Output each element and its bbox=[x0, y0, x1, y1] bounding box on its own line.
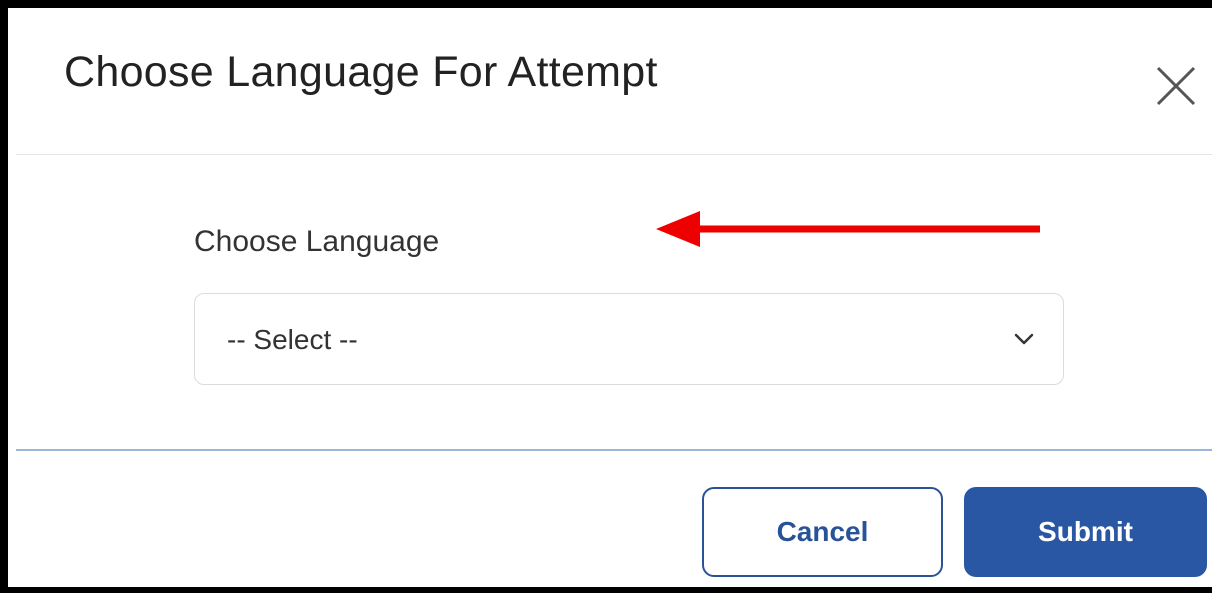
modal-dialog: Choose Language For Attempt Choose Langu… bbox=[0, 0, 1212, 593]
language-label: Choose Language bbox=[194, 225, 440, 258]
modal-body: Choose Language -- Select -- bbox=[16, 155, 1212, 449]
close-button[interactable] bbox=[1150, 60, 1202, 112]
modal-footer: Cancel Submit bbox=[16, 449, 1212, 587]
cancel-button[interactable]: Cancel bbox=[702, 487, 943, 577]
modal-title: Choose Language For Attempt bbox=[64, 48, 658, 96]
close-icon bbox=[1156, 66, 1196, 106]
chevron-down-icon bbox=[1014, 333, 1034, 345]
language-select[interactable]: -- Select -- bbox=[194, 293, 1064, 385]
modal-header: Choose Language For Attempt bbox=[16, 8, 1212, 155]
language-select-value: -- Select -- bbox=[227, 324, 358, 355]
submit-button[interactable]: Submit bbox=[964, 487, 1207, 577]
